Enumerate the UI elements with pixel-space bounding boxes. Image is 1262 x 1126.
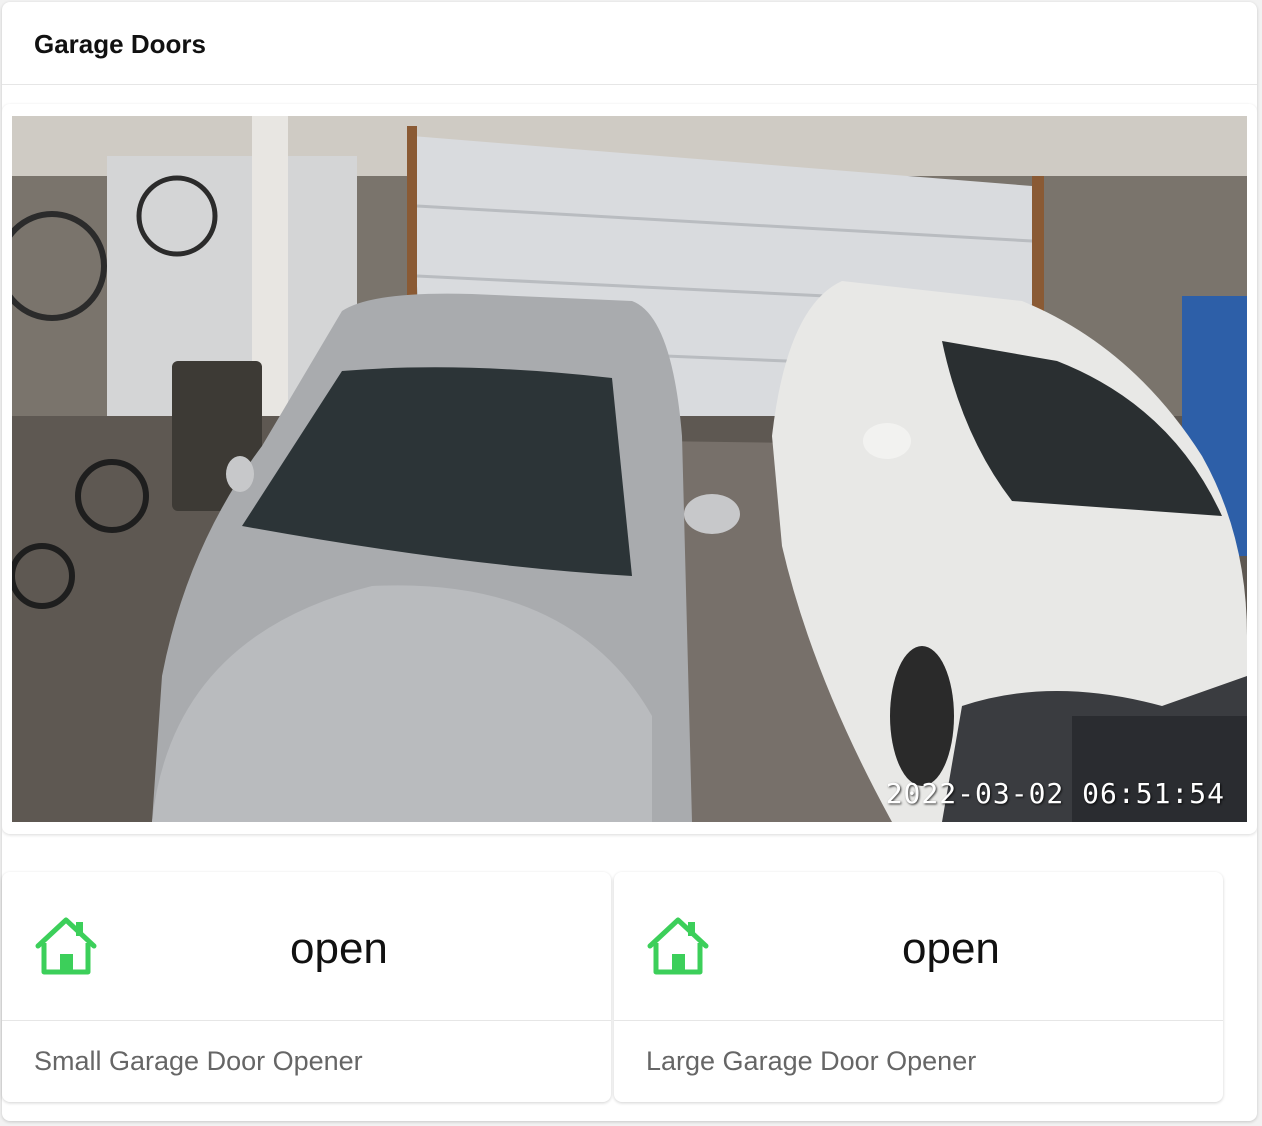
garage-scene-image <box>12 116 1247 822</box>
camera-panel[interactable]: 2022-03-02 06:51:54 <box>2 104 1257 834</box>
camera-timestamp: 2022-03-02 06:51:54 <box>885 777 1225 810</box>
card-header: Garage Doors <box>2 2 1257 85</box>
tile-state-area[interactable]: open <box>2 872 611 1020</box>
small-garage-door-tile[interactable]: open Small Garage Door Opener <box>2 872 611 1102</box>
camera-feed-image[interactable]: 2022-03-02 06:51:54 <box>12 116 1247 822</box>
tile-state-text: open <box>290 924 388 973</box>
home-icon <box>35 917 97 975</box>
tile-state-text: open <box>902 924 1000 973</box>
large-garage-door-tile[interactable]: open Large Garage Door Opener <box>614 872 1223 1102</box>
tile-name: Small Garage Door Opener <box>34 1046 363 1076</box>
tile-name: Large Garage Door Opener <box>646 1046 977 1076</box>
tile-divider <box>2 1020 611 1021</box>
card-title: Garage Doors <box>34 29 206 59</box>
home-icon <box>647 917 709 975</box>
tile-state-area[interactable]: open <box>614 872 1223 1020</box>
tile-divider <box>614 1020 1223 1021</box>
